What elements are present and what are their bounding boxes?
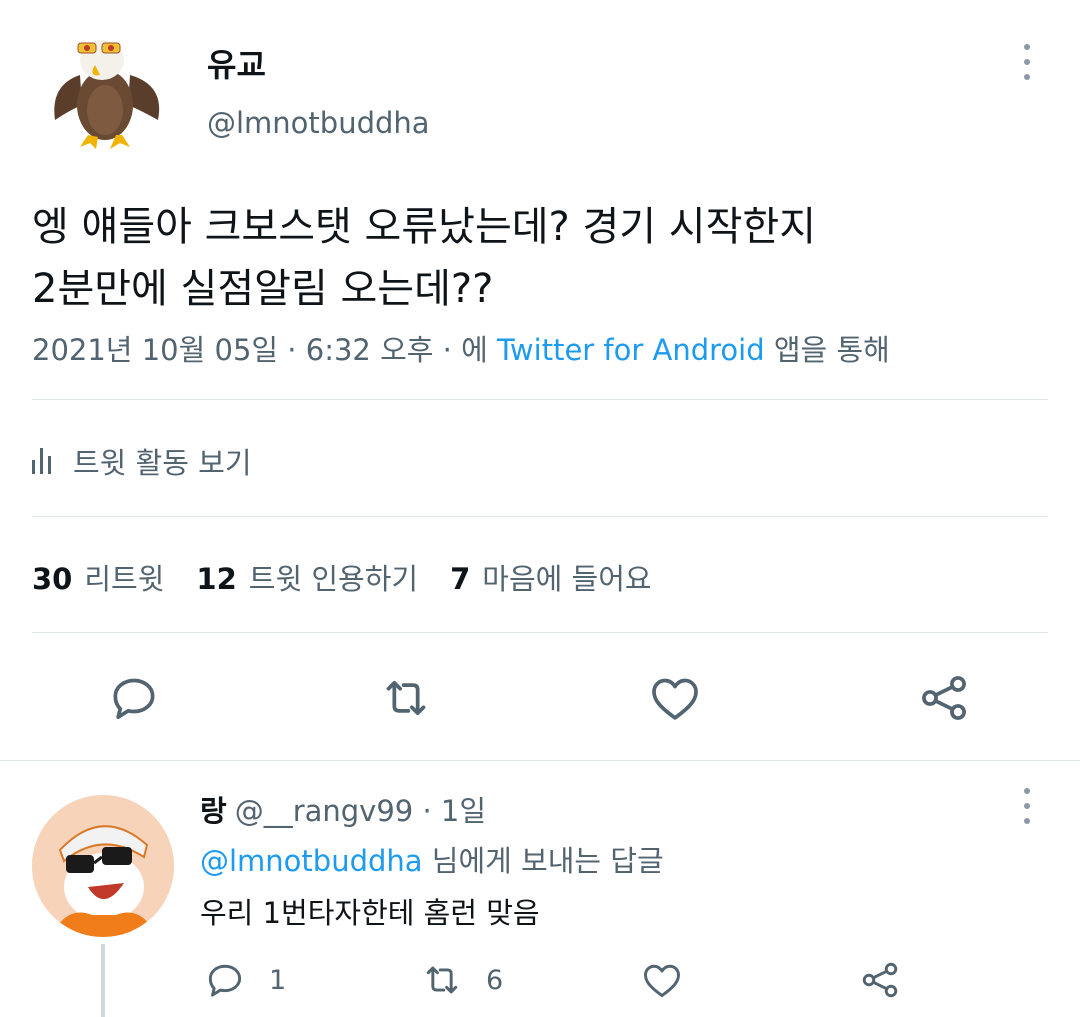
tweet-time[interactable]: 6:32 오후 — [306, 333, 434, 367]
likes-count: 7 — [450, 562, 471, 596]
tweet-date[interactable]: 2021년 10월 05일 — [32, 333, 278, 367]
more-options-button[interactable] — [1014, 44, 1040, 80]
likes-stat[interactable]: 7 마음에 들어요 — [450, 556, 652, 598]
retweets-count: 30 — [32, 562, 73, 596]
reply-reply-count: 1 — [269, 964, 287, 996]
replying-to-suffix: 님에게 보내는 답글 — [422, 844, 664, 878]
reply-author-avatar[interactable] — [32, 795, 174, 937]
like-icon — [652, 678, 698, 720]
reply-header: 랑 @__rangv99 · 1일 — [200, 788, 486, 830]
share-icon — [862, 962, 898, 998]
retweet-icon — [426, 966, 458, 994]
reply-author-name[interactable]: 랑 — [200, 794, 227, 828]
divider — [32, 632, 1048, 633]
retweets-stat[interactable]: 30 리트윗 — [32, 556, 164, 598]
view-tweet-activity-label: 트윗 활동 보기 — [73, 446, 252, 480]
reply-author-handle[interactable]: @__rangv99 — [235, 794, 414, 828]
more-dot-icon — [1024, 59, 1030, 65]
tweet-text: 엥 얘들아 크보스탯 오류났는데? 경기 시작한지 2분만에 실점알림 오는데?… — [32, 196, 1042, 320]
reply-text: 우리 1번타자한테 홈런 맞음 — [200, 896, 540, 930]
retweet-icon — [386, 680, 426, 716]
author-avatar[interactable] — [40, 25, 170, 155]
author-display-name[interactable]: 유교 — [207, 40, 266, 86]
replying-to: @lmnotbuddha 님에게 보내는 답글 — [200, 838, 664, 880]
reply-like-button[interactable] — [640, 958, 684, 1002]
thread-line — [101, 944, 105, 1017]
reply-icon — [113, 678, 155, 719]
more-dot-icon — [1024, 74, 1030, 80]
divider — [32, 399, 1048, 400]
more-dot-icon — [1024, 803, 1030, 809]
like-button[interactable] — [647, 670, 703, 726]
reply-button[interactable] — [106, 670, 162, 726]
share-icon — [922, 676, 966, 720]
like-icon — [644, 964, 680, 998]
section-separator — [0, 760, 1080, 761]
reply-icon — [208, 964, 242, 997]
more-dot-icon — [1024, 818, 1030, 824]
eagle-avatar-image — [54, 40, 160, 149]
quote-tweets-stat[interactable]: 12 트윗 인용하기 — [196, 556, 418, 598]
reply-reply-button[interactable]: 1 — [203, 958, 286, 1002]
retweet-button[interactable] — [378, 670, 434, 726]
analytics-icon — [32, 448, 51, 474]
mascot-avatar-image — [32, 795, 174, 937]
replying-to-handle[interactable]: @lmnotbuddha — [200, 844, 423, 878]
meta-suffix: 앱을 통해 — [764, 333, 890, 367]
meta-separator: · — [278, 333, 306, 367]
reply-share-button[interactable] — [858, 958, 902, 1002]
reply-more-options-button[interactable] — [1014, 788, 1040, 824]
tweet-text-line: 2분만에 실점알림 오는데?? — [32, 266, 494, 312]
more-dot-icon — [1024, 788, 1030, 794]
meta-separator: · 에 — [433, 333, 498, 367]
engagement-stats: 30 리트윗 12 트윗 인용하기 7 마음에 들어요 — [32, 556, 652, 598]
divider — [32, 516, 1048, 517]
quote-tweets-count: 12 — [196, 562, 237, 596]
view-tweet-activity-button[interactable]: 트윗 활동 보기 — [32, 440, 252, 482]
author-handle[interactable]: @lmnotbuddha — [207, 106, 430, 140]
share-button[interactable] — [916, 670, 972, 726]
more-dot-icon — [1024, 44, 1030, 50]
tweet-source-link[interactable]: Twitter for Android — [497, 333, 765, 367]
tweet-text-line: 엥 얘들아 크보스탯 오류났는데? 경기 시작한지 — [32, 204, 817, 250]
likes-label: 마음에 들어요 — [482, 562, 652, 596]
reply-retweet-button[interactable]: 6 — [420, 958, 503, 1002]
reply-retweet-count: 6 — [486, 964, 504, 996]
retweets-label: 리트윗 — [84, 562, 165, 596]
tweet-metadata: 2021년 10월 05일 · 6:32 오후 · 에 Twitter for … — [32, 327, 890, 369]
quote-tweets-label: 트윗 인용하기 — [248, 562, 419, 596]
reply-timestamp[interactable]: · 1일 — [422, 794, 486, 828]
